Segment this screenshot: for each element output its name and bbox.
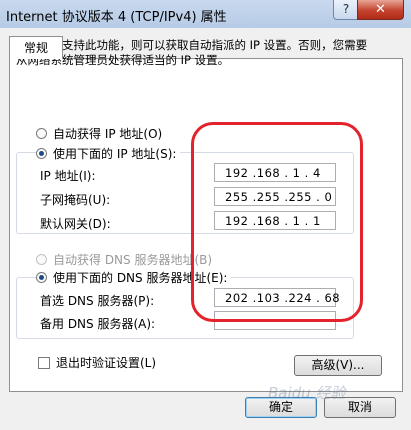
alternate-dns-input[interactable] [214,311,336,330]
default-gateway-label: 默认网关(D): [40,217,111,231]
validate-checkbox[interactable] [38,356,50,369]
validate-option[interactable]: 退出时验证设置(L) [38,354,156,371]
ip-address-input[interactable]: 192 .168 . 1 . 4 [214,163,336,182]
preferred-dns-label: 首选 DNS 服务器(P): [40,294,155,308]
dns-auto-option[interactable]: 自动获得 DNS 服务器地址(B) [36,251,212,268]
help-button[interactable]: ? [333,0,359,20]
subnet-mask-input[interactable]: 255 .255 .255 . 0 [214,187,336,206]
subnet-mask-label: 子网掩码(U): [40,193,111,207]
close-button[interactable]: ✕ [357,0,404,20]
ip-auto-radio[interactable] [36,128,47,139]
dns-auto-label: 自动获得 DNS 服务器地址(B) [53,253,213,267]
dns-manual-option[interactable]: 使用下面的 DNS 服务器地址(E): [36,269,232,286]
ip-auto-option[interactable]: 自动获得 IP 地址(O) [36,125,162,142]
ip-auto-label: 自动获得 IP 地址(O) [53,127,163,141]
tab-general[interactable]: 常规 [9,36,63,59]
preferred-dns-input[interactable]: 202 .103 .224 . 68 [214,288,340,307]
ip-manual-option[interactable]: 使用下面的 IP 地址(S): [36,145,181,162]
title-bar: Internet 协议版本 4 (TCP/IPv4) 属性 ? ✕ [0,0,411,29]
description-text: 如果网络支持此功能，则可以获取自动指派的 IP 设置。否则，您需要从网络系统管理… [16,38,368,67]
dns-auto-radio[interactable] [36,254,47,265]
ip-manual-radio[interactable] [36,148,47,159]
window-title: Internet 协议版本 4 (TCP/IPv4) 属性 [6,10,227,25]
ip-address-label: IP 地址(I): [40,169,96,183]
dns-manual-label: 使用下面的 DNS 服务器地址(E): [53,271,228,285]
validate-label: 退出时验证设置(L) [56,356,157,370]
alternate-dns-label: 备用 DNS 服务器(A): [40,317,156,331]
default-gateway-input[interactable]: 192 .168 . 1 . 1 [214,211,336,230]
dns-manual-radio[interactable] [36,272,47,283]
advanced-button[interactable]: 高级(V)... [294,355,382,376]
cancel-button[interactable]: 取消 [324,397,396,418]
ip-manual-label: 使用下面的 IP 地址(S): [53,147,177,161]
ok-button[interactable]: 确定 [245,397,317,418]
